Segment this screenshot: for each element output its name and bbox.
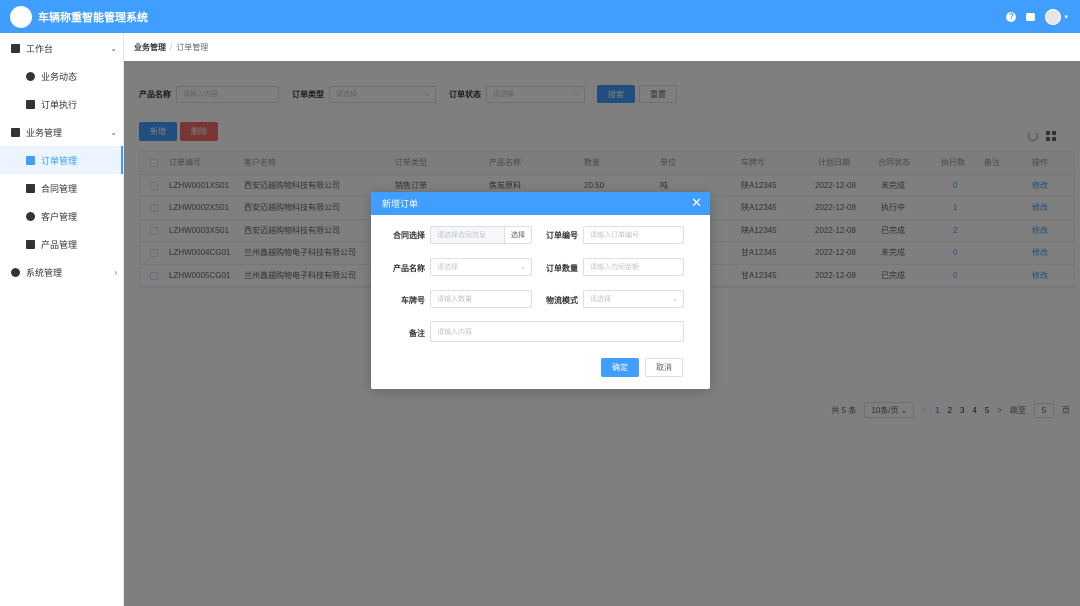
app-logo xyxy=(10,5,32,28)
sidebar-item-customer-management[interactable]: 客户管理 xyxy=(0,202,123,230)
remark-label: 备注 xyxy=(409,329,425,338)
sidebar-item-label: 产品管理 xyxy=(41,239,78,250)
sidebar-item-order-management[interactable]: 订单管理 xyxy=(0,146,123,174)
order-no-input[interactable]: 请输入订单编号 xyxy=(583,226,684,244)
breadcrumb-root[interactable]: 业务管理 xyxy=(134,42,166,53)
breadcrumb-separator: / xyxy=(170,42,173,52)
sidebar-item-business-dynamics[interactable]: 业务动态 xyxy=(0,62,123,90)
remark-input[interactable]: 请输入内容 xyxy=(430,321,684,342)
order-no-label: 订单编号 xyxy=(546,231,578,240)
chart-icon xyxy=(26,71,35,81)
sidebar-item-label: 工作台 xyxy=(26,43,54,54)
cube-icon xyxy=(11,43,20,53)
avatar[interactable] xyxy=(1045,8,1062,25)
sidebar-item-label: 系统管理 xyxy=(26,267,63,278)
remark-placeholder: 请输入内容 xyxy=(437,328,472,336)
quantity-input[interactable]: 请输入合同金额 xyxy=(583,258,684,276)
add-order-dialog: 新增订单 ✕ 合同选择 请选择合同信息 选择 订单编号 请输入订单编号 产品名称… xyxy=(371,192,710,389)
sidebar-item-system-management[interactable]: 系统管理 › xyxy=(0,258,123,286)
sidebar-item-label: 订单管理 xyxy=(41,155,78,166)
top-bar: 车辆称重智能管理系统 ? ▾ xyxy=(0,0,1080,33)
order-no-placeholder: 请输入订单编号 xyxy=(590,232,639,239)
header-tools: ? ▾ xyxy=(1006,0,1068,33)
product-label: 产品名称 xyxy=(393,264,425,273)
contract-placeholder: 请选择合同信息 xyxy=(437,232,486,239)
sidebar-item-label: 订单执行 xyxy=(41,99,78,110)
logistics-placeholder: 请选择 xyxy=(590,296,611,303)
contract-label: 合同选择 xyxy=(393,231,425,240)
sidebar-item-business-management[interactable]: 业务管理 ⌄ xyxy=(0,118,123,146)
gear-icon xyxy=(11,267,20,277)
app-title: 车辆称重智能管理系统 xyxy=(38,11,148,24)
confirm-button[interactable]: 确定 xyxy=(601,358,639,377)
chevron-down-icon[interactable]: ▾ xyxy=(1064,13,1068,21)
chevron-down-icon: ⌄ xyxy=(672,296,678,303)
breadcrumb-current: 订单管理 xyxy=(176,42,209,52)
sidebar: 工作台 ⌄ 业务动态 订单执行 业务管理 ⌄ 订单管理 合同管理 客户管理 产品… xyxy=(0,33,124,606)
customer-icon xyxy=(26,211,35,221)
contract-select-button[interactable]: 选择 xyxy=(504,227,531,243)
quantity-label: 订单数量 xyxy=(546,264,578,273)
contract-select-input[interactable]: 请选择合同信息 选择 xyxy=(430,226,532,244)
plate-input[interactable]: 请输入数量 xyxy=(430,290,532,308)
sidebar-item-label: 客户管理 xyxy=(41,211,78,222)
sidebar-item-label: 合同管理 xyxy=(41,183,78,194)
product-select[interactable]: 请选择 ⌄ xyxy=(430,258,532,276)
sidebar-item-workbench[interactable]: 工作台 ⌄ xyxy=(0,34,123,62)
briefcase-icon xyxy=(11,127,20,137)
dialog-title: 新增订单 xyxy=(382,199,419,209)
chevron-down-icon: ⌄ xyxy=(520,264,526,271)
chevron-right-icon: › xyxy=(114,267,117,277)
help-icon[interactable]: ? xyxy=(1006,11,1017,22)
document-icon xyxy=(26,155,35,165)
cancel-button[interactable]: 取消 xyxy=(645,358,683,377)
quantity-placeholder: 请输入合同金额 xyxy=(590,264,639,271)
sidebar-item-label: 业务管理 xyxy=(26,127,63,138)
contract-icon xyxy=(26,183,35,193)
sidebar-item-contract-management[interactable]: 合同管理 xyxy=(0,174,123,202)
sidebar-item-order-execution[interactable]: 订单执行 xyxy=(0,90,123,118)
plate-placeholder: 请输入数量 xyxy=(437,296,472,303)
plate-label: 车牌号 xyxy=(401,296,425,305)
dialog-header: 新增订单 ✕ xyxy=(371,192,710,215)
breadcrumb: 业务管理 / 订单管理 xyxy=(124,33,1080,61)
check-square-icon xyxy=(26,99,35,109)
product-placeholder: 请选择 xyxy=(437,264,458,271)
product-icon xyxy=(26,239,35,249)
close-icon[interactable]: ✕ xyxy=(691,196,702,209)
chevron-down-icon: ⌄ xyxy=(110,43,117,53)
sidebar-item-label: 业务动态 xyxy=(41,71,78,82)
message-icon[interactable] xyxy=(1026,12,1036,21)
logistics-select[interactable]: 请选择 ⌄ xyxy=(583,290,684,308)
logistics-label: 物流模式 xyxy=(546,296,578,305)
sidebar-item-product-management[interactable]: 产品管理 xyxy=(0,230,123,258)
chevron-down-icon: ⌄ xyxy=(110,127,117,137)
